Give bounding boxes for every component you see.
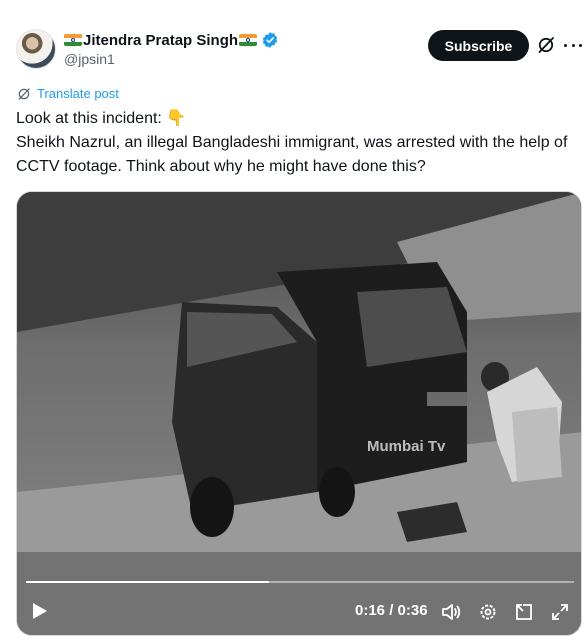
post-text-line-2: Sheikh Nazrul, an illegal Bangladeshi im… <box>16 134 568 175</box>
video-controls: 0:16 / 0:36 <box>17 590 581 635</box>
progress-bar-fill <box>26 581 270 583</box>
volume-icon[interactable] <box>441 602 461 622</box>
author-handle[interactable]: @jpsin1 <box>64 51 115 67</box>
progress-bar[interactable] <box>26 581 574 583</box>
video-watermark: Mumbai Tv <box>367 438 446 455</box>
video-time: 0:16 / 0:36 <box>355 602 428 619</box>
post-text: Look at this incident: 👇 Sheikh Nazrul, … <box>16 107 576 179</box>
author-display-name[interactable]: Jitendra Pratap Singh <box>83 32 238 49</box>
india-flag-icon <box>239 34 258 46</box>
more-options-icon[interactable] <box>564 36 582 54</box>
author-avatar[interactable] <box>16 29 56 69</box>
translate-post-link[interactable]: Translate post <box>17 86 119 101</box>
india-flag-icon <box>64 34 82 46</box>
play-icon[interactable] <box>32 602 48 620</box>
grok-icon[interactable] <box>537 36 555 54</box>
post-text-line-1: Look at this incident: 👇 <box>16 110 187 127</box>
picture-in-picture-icon[interactable] <box>514 602 534 622</box>
verified-badge-icon[interactable] <box>261 31 279 49</box>
subscribe-button[interactable]: Subscribe <box>428 30 529 61</box>
fullscreen-icon[interactable] <box>550 602 570 622</box>
translate-icon <box>18 87 30 100</box>
video-player[interactable]: Mumbai Tv 0:16 / 0:36 <box>16 191 582 636</box>
author-name-row[interactable]: Jitendra Pratap Singh <box>64 30 279 50</box>
video-frame <box>17 192 581 635</box>
translate-post-label[interactable]: Translate post <box>37 86 119 101</box>
settings-icon[interactable] <box>478 602 498 622</box>
